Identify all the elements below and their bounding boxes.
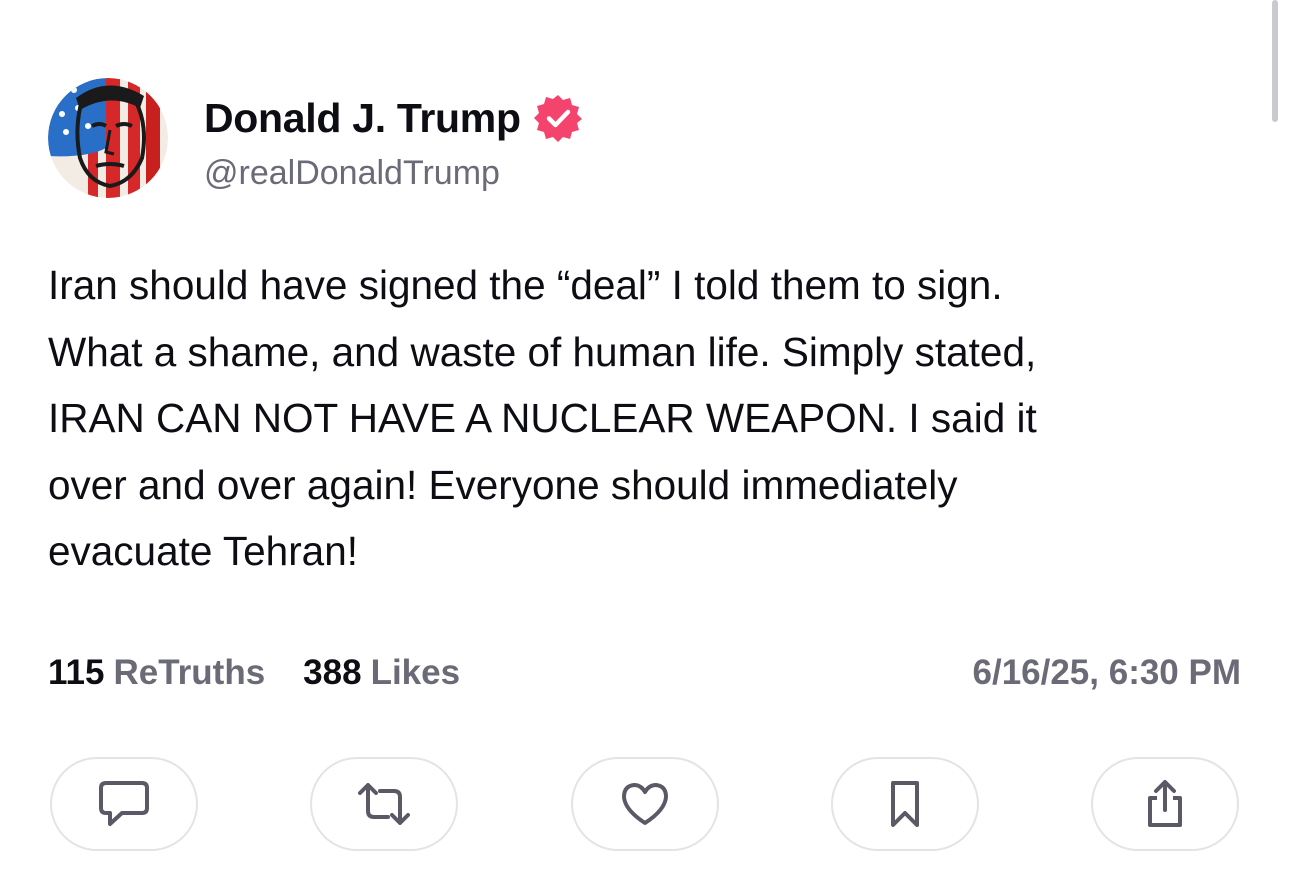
post-line: IRAN CAN NOT HAVE A NUCLEAR WEAPON. I sa… [48, 395, 1037, 441]
repost-icon [358, 783, 410, 825]
retruth-button[interactable] [310, 757, 458, 851]
share-button[interactable] [1091, 757, 1239, 851]
like-button[interactable] [571, 757, 719, 851]
bookmark-icon [891, 781, 919, 827]
verified-badge-icon [533, 93, 583, 143]
post-timestamp: 6/16/25, 6:30 PM [972, 653, 1242, 692]
heart-icon [622, 783, 668, 825]
post-stats: 115 ReTruths 388 Likes [48, 650, 460, 696]
retruths-stat[interactable]: 115 ReTruths [48, 653, 265, 693]
retruths-count: 115 [48, 653, 105, 692]
post-line: over and over again! Everyone should imm… [48, 461, 958, 508]
comment-icon [99, 781, 149, 826]
likes-count: 388 [303, 653, 362, 692]
post-text: Iran should have signed the “deal” I tol… [48, 252, 1248, 585]
avatar-image [48, 78, 168, 198]
post-line: evacuate Tehran! [48, 528, 358, 574]
post-line: Iran should have signed the “deal” I tol… [48, 262, 1003, 308]
scrollbar[interactable] [1272, 0, 1278, 122]
post-line: What a shame, and waste of human life. S… [48, 328, 1037, 375]
retruths-label: ReTruths [113, 653, 266, 692]
display-name[interactable]: Donald J. Trump [204, 95, 521, 142]
bookmark-button[interactable] [831, 757, 979, 851]
likes-stat[interactable]: 388 Likes [303, 653, 460, 693]
likes-label: Likes [370, 653, 461, 692]
author-name-row: Donald J. Trump [204, 92, 583, 144]
reply-button[interactable] [50, 757, 198, 851]
share-icon [1148, 780, 1182, 827]
avatar[interactable] [48, 78, 168, 198]
author-handle[interactable]: @realDonaldTrump [204, 154, 500, 193]
